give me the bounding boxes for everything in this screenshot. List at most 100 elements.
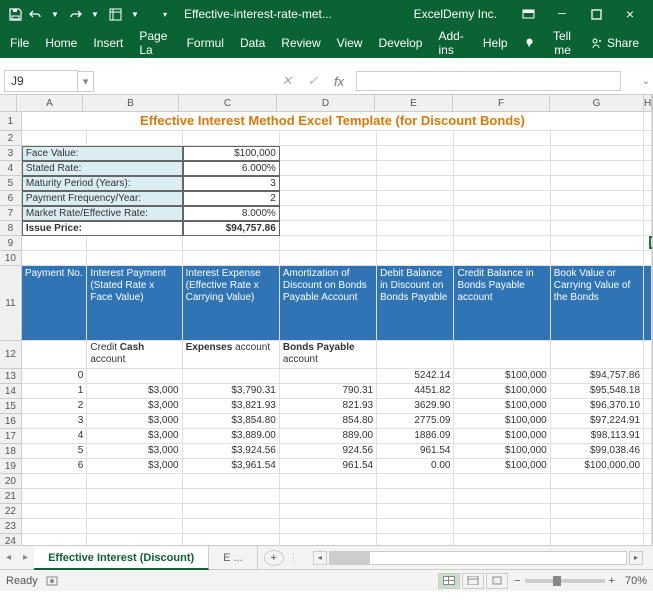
cell[interactable] (551, 191, 644, 206)
cell[interactable]: $3,854.80 (183, 414, 280, 429)
cell[interactable]: 2 (183, 191, 280, 206)
cell[interactable] (377, 504, 454, 519)
zoom-in[interactable]: + (609, 575, 615, 587)
row-header-4[interactable]: 4 (0, 161, 22, 176)
cell[interactable]: 3 (183, 176, 280, 191)
cell[interactable]: 4451.82 (377, 384, 454, 399)
add-sheet-button[interactable]: + (264, 550, 284, 566)
cell[interactable] (454, 504, 550, 519)
cell[interactable]: $100,000 (183, 146, 280, 161)
cell[interactable]: $100,000 (454, 399, 550, 414)
cell[interactable] (87, 534, 182, 545)
cell[interactable] (377, 534, 454, 545)
cell[interactable] (22, 341, 88, 369)
row-header-1[interactable]: 1 (0, 112, 22, 131)
col-header-B[interactable]: B (83, 95, 179, 112)
cell[interactable] (644, 429, 652, 444)
tell-me[interactable]: Tell me (516, 29, 579, 57)
name-box-dropdown[interactable]: ▾ (78, 71, 94, 92)
sheet-tab-other[interactable]: E ... (209, 546, 258, 570)
ribbon-tab-review[interactable]: Review (273, 28, 328, 58)
cell[interactable] (87, 504, 182, 519)
cell[interactable]: 3 (22, 414, 88, 429)
cell[interactable] (87, 474, 182, 489)
cell[interactable]: 961.54 (377, 444, 454, 459)
cell[interactable] (183, 251, 280, 266)
cell[interactable]: 3629.90 (377, 399, 454, 414)
cell[interactable] (454, 176, 550, 191)
cell[interactable] (280, 146, 377, 161)
cell[interactable] (377, 474, 454, 489)
cell[interactable]: $3,000 (87, 459, 182, 474)
cell[interactable]: $100,000 (454, 429, 550, 444)
cell[interactable] (280, 161, 377, 176)
cell[interactable] (644, 459, 652, 474)
cell[interactable]: $3,889.00 (183, 429, 280, 444)
row-header-5[interactable]: 5 (0, 176, 22, 191)
cell[interactable] (454, 161, 550, 176)
zoom-slider[interactable] (525, 579, 605, 583)
cell[interactable] (22, 534, 88, 545)
cell[interactable]: 5 (22, 444, 88, 459)
cell[interactable] (280, 504, 377, 519)
hscroll-right[interactable]: ▸ (629, 551, 643, 565)
cell[interactable] (454, 519, 550, 534)
cell[interactable] (280, 489, 377, 504)
cell[interactable] (454, 534, 550, 545)
redo-dropdown-icon[interactable]: ▼ (86, 5, 104, 23)
hscroll-track[interactable] (329, 551, 627, 565)
cell[interactable] (22, 519, 88, 534)
cell[interactable] (644, 519, 652, 534)
cell[interactable] (22, 251, 88, 266)
cell[interactable] (183, 504, 280, 519)
cell[interactable] (280, 251, 377, 266)
cell[interactable] (280, 131, 377, 146)
form-icon[interactable] (106, 5, 124, 23)
cell[interactable] (551, 341, 644, 369)
cell[interactable] (183, 519, 280, 534)
cell[interactable] (644, 504, 652, 519)
cell[interactable]: 4 (22, 429, 88, 444)
worksheet-area[interactable]: ABCDEFGH 1Effective Interest Method Exce… (0, 95, 653, 545)
ribbon-tab-develop[interactable]: Develop (370, 28, 430, 58)
cell[interactable] (183, 474, 280, 489)
cell[interactable]: 854.80 (280, 414, 377, 429)
cell[interactable]: 1886.09 (377, 429, 454, 444)
col-header-C[interactable]: C (179, 95, 277, 112)
cell[interactable]: $100,000.00 (551, 459, 644, 474)
enter-formula-icon[interactable]: ✓ (300, 73, 326, 89)
cell[interactable] (280, 236, 377, 251)
cell[interactable] (87, 251, 182, 266)
cell[interactable] (454, 131, 550, 146)
row-header-8[interactable]: 8 (0, 221, 22, 236)
cell[interactable]: 790.31 (280, 384, 377, 399)
col-header-H[interactable]: H (644, 95, 652, 112)
cell[interactable] (644, 112, 652, 131)
cell[interactable]: $95,548.18 (551, 384, 644, 399)
form-dropdown-icon[interactable]: ▼ (126, 5, 144, 23)
cell[interactable] (454, 251, 550, 266)
cell[interactable]: Book Value or Carrying Value of the Bond… (551, 266, 644, 341)
tab-nav-next[interactable]: ▸ (17, 552, 34, 563)
cell[interactable] (551, 131, 644, 146)
cell[interactable] (454, 191, 550, 206)
minimize-button[interactable]: ─ (545, 0, 579, 28)
cell[interactable] (644, 266, 652, 341)
cell[interactable]: 889.00 (280, 429, 377, 444)
row-header-14[interactable]: 14 (0, 384, 22, 399)
cell[interactable] (377, 161, 454, 176)
cell[interactable] (22, 489, 88, 504)
row-header-12[interactable]: 12 (0, 341, 22, 369)
cell[interactable] (377, 251, 454, 266)
cell[interactable]: $97,224.91 (551, 414, 644, 429)
cell[interactable]: Credit Cash account (87, 341, 182, 369)
cell[interactable] (644, 191, 652, 206)
fx-icon[interactable]: fx (326, 74, 352, 89)
cell[interactable]: $96,370.10 (551, 399, 644, 414)
cell[interactable]: $94,757.86 (551, 369, 644, 384)
cell[interactable] (551, 519, 644, 534)
redo-icon[interactable] (66, 5, 84, 23)
cell[interactable]: $3,000 (87, 399, 182, 414)
cell[interactable]: Stated Rate: (22, 161, 183, 176)
cell[interactable] (377, 519, 454, 534)
